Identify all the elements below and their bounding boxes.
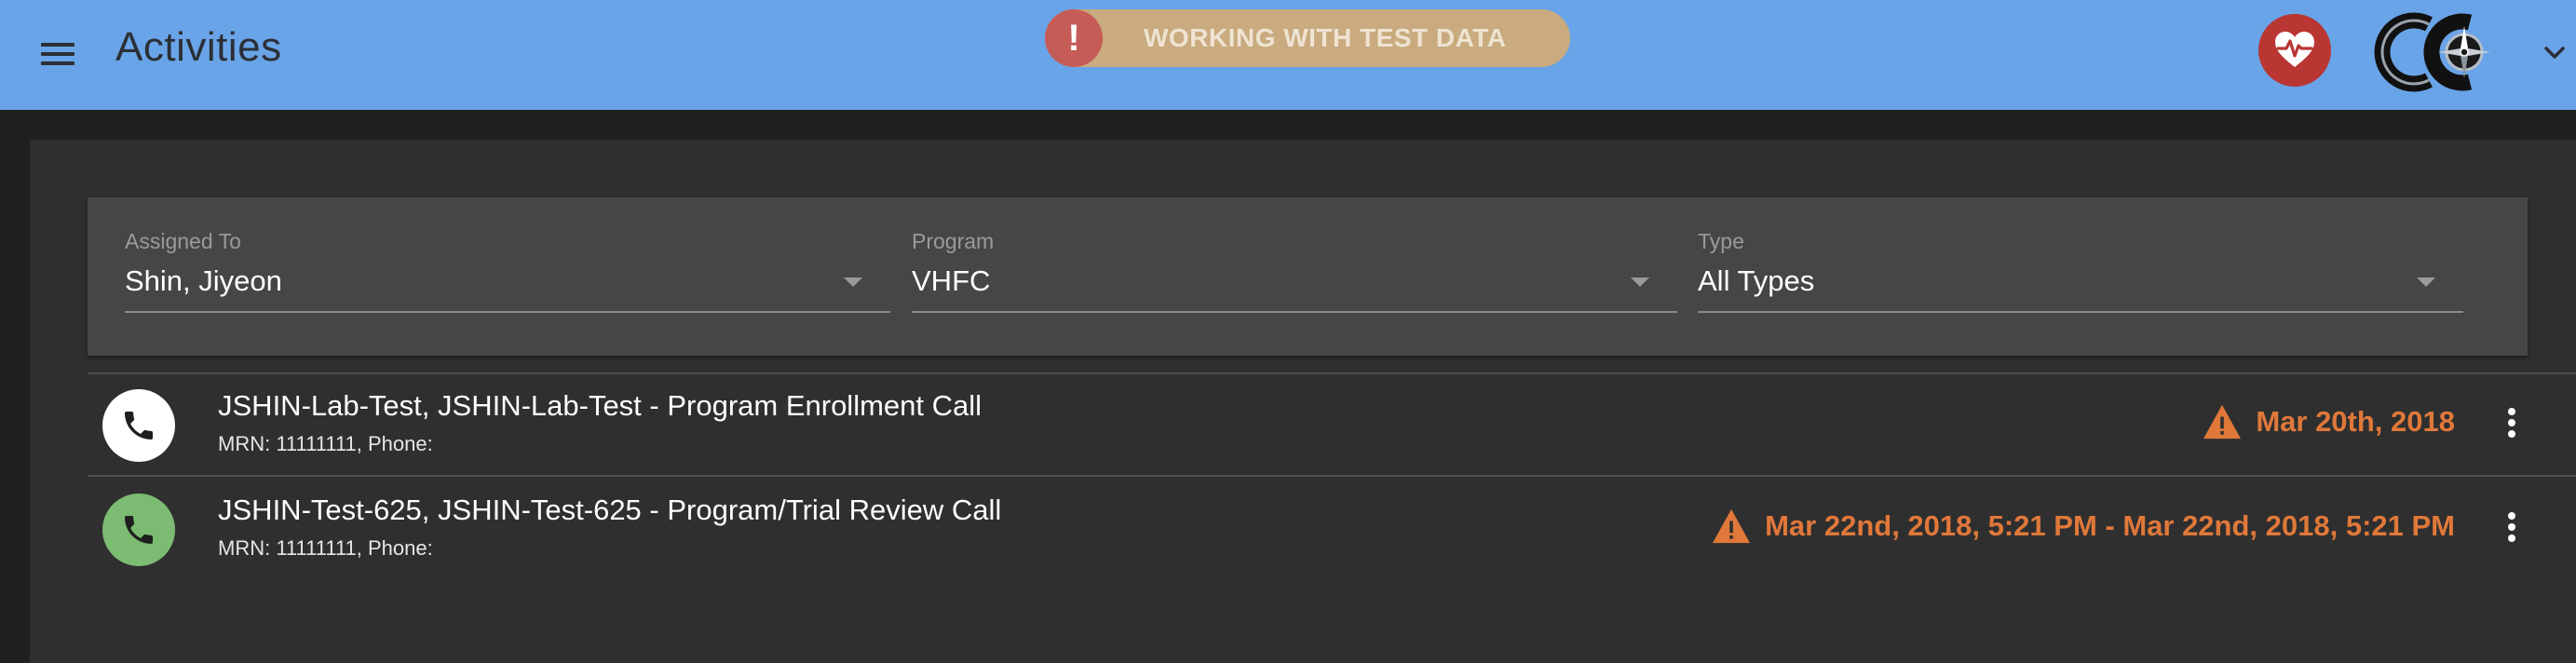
activity-row[interactable]: JSHIN-Lab-Test, JSHIN-Lab-Test - Program… xyxy=(88,374,2576,477)
activity-title: JSHIN-Test-625, JSHIN-Test-625 - Program… xyxy=(218,494,1002,526)
alert-icon: ! xyxy=(1045,9,1103,67)
main-panel: Assigned To Shin, Jiyeon Program VHFC Ty… xyxy=(30,140,2576,663)
more-vert-icon[interactable] xyxy=(2498,402,2526,443)
dropdown-arrow-icon xyxy=(844,277,862,287)
filter-bar: Assigned To Shin, Jiyeon Program VHFC Ty… xyxy=(88,197,2528,356)
test-data-banner-text: WORKING WITH TEST DATA xyxy=(1144,23,1507,52)
phone-icon xyxy=(125,516,153,544)
activity-avatar xyxy=(102,389,175,462)
program-label: Program xyxy=(912,229,995,253)
activity-date: Mar 20th, 2018 xyxy=(2256,405,2455,438)
app-bar: Activities ! WORKING WITH TEST DATA xyxy=(0,0,2576,110)
test-data-banner: ! WORKING WITH TEST DATA xyxy=(1045,9,1570,67)
assigned-to-label: Assigned To xyxy=(125,229,241,253)
assigned-to-select[interactable]: Assigned To Shin, Jiyeon xyxy=(125,197,890,356)
program-value: VHFC xyxy=(912,264,991,297)
heart-pulse-icon xyxy=(2275,32,2314,67)
activity-subtitle: MRN: 11111111, Phone: xyxy=(218,432,433,455)
activity-title: JSHIN-Lab-Test, JSHIN-Lab-Test - Program… xyxy=(218,389,983,422)
menu-icon[interactable] xyxy=(37,35,78,73)
warning-icon xyxy=(1713,508,1751,544)
phone-icon xyxy=(125,412,153,440)
type-select[interactable]: Type All Types xyxy=(1698,197,2463,356)
health-monitor-button[interactable] xyxy=(2258,14,2331,87)
activity-row[interactable]: JSHIN-Test-625, JSHIN-Test-625 - Program… xyxy=(88,479,2576,581)
activity-avatar xyxy=(102,494,175,566)
dropdown-arrow-icon xyxy=(2417,277,2435,287)
activity-date: Mar 22nd, 2018, 5:21 PM - Mar 22nd, 2018… xyxy=(1765,509,2455,542)
more-vert-icon[interactable] xyxy=(2498,507,2526,548)
activity-subtitle: MRN: 11111111, Phone: xyxy=(218,536,433,560)
type-label: Type xyxy=(1698,229,1744,253)
page-title: Activities xyxy=(115,24,282,70)
assigned-to-value: Shin, Jiyeon xyxy=(125,264,282,297)
activity-due: Mar 22nd, 2018, 5:21 PM - Mar 22nd, 2018… xyxy=(1711,503,2455,549)
warning-icon xyxy=(2203,404,2242,440)
type-value: All Types xyxy=(1698,264,1815,297)
dropdown-arrow-icon xyxy=(1631,277,1649,287)
program-select[interactable]: Program VHFC xyxy=(912,197,1677,356)
activity-due: Mar 20th, 2018 xyxy=(2202,399,2455,445)
app-logo xyxy=(2371,6,2511,99)
account-menu-chevron-down-icon[interactable] xyxy=(2541,41,2569,63)
